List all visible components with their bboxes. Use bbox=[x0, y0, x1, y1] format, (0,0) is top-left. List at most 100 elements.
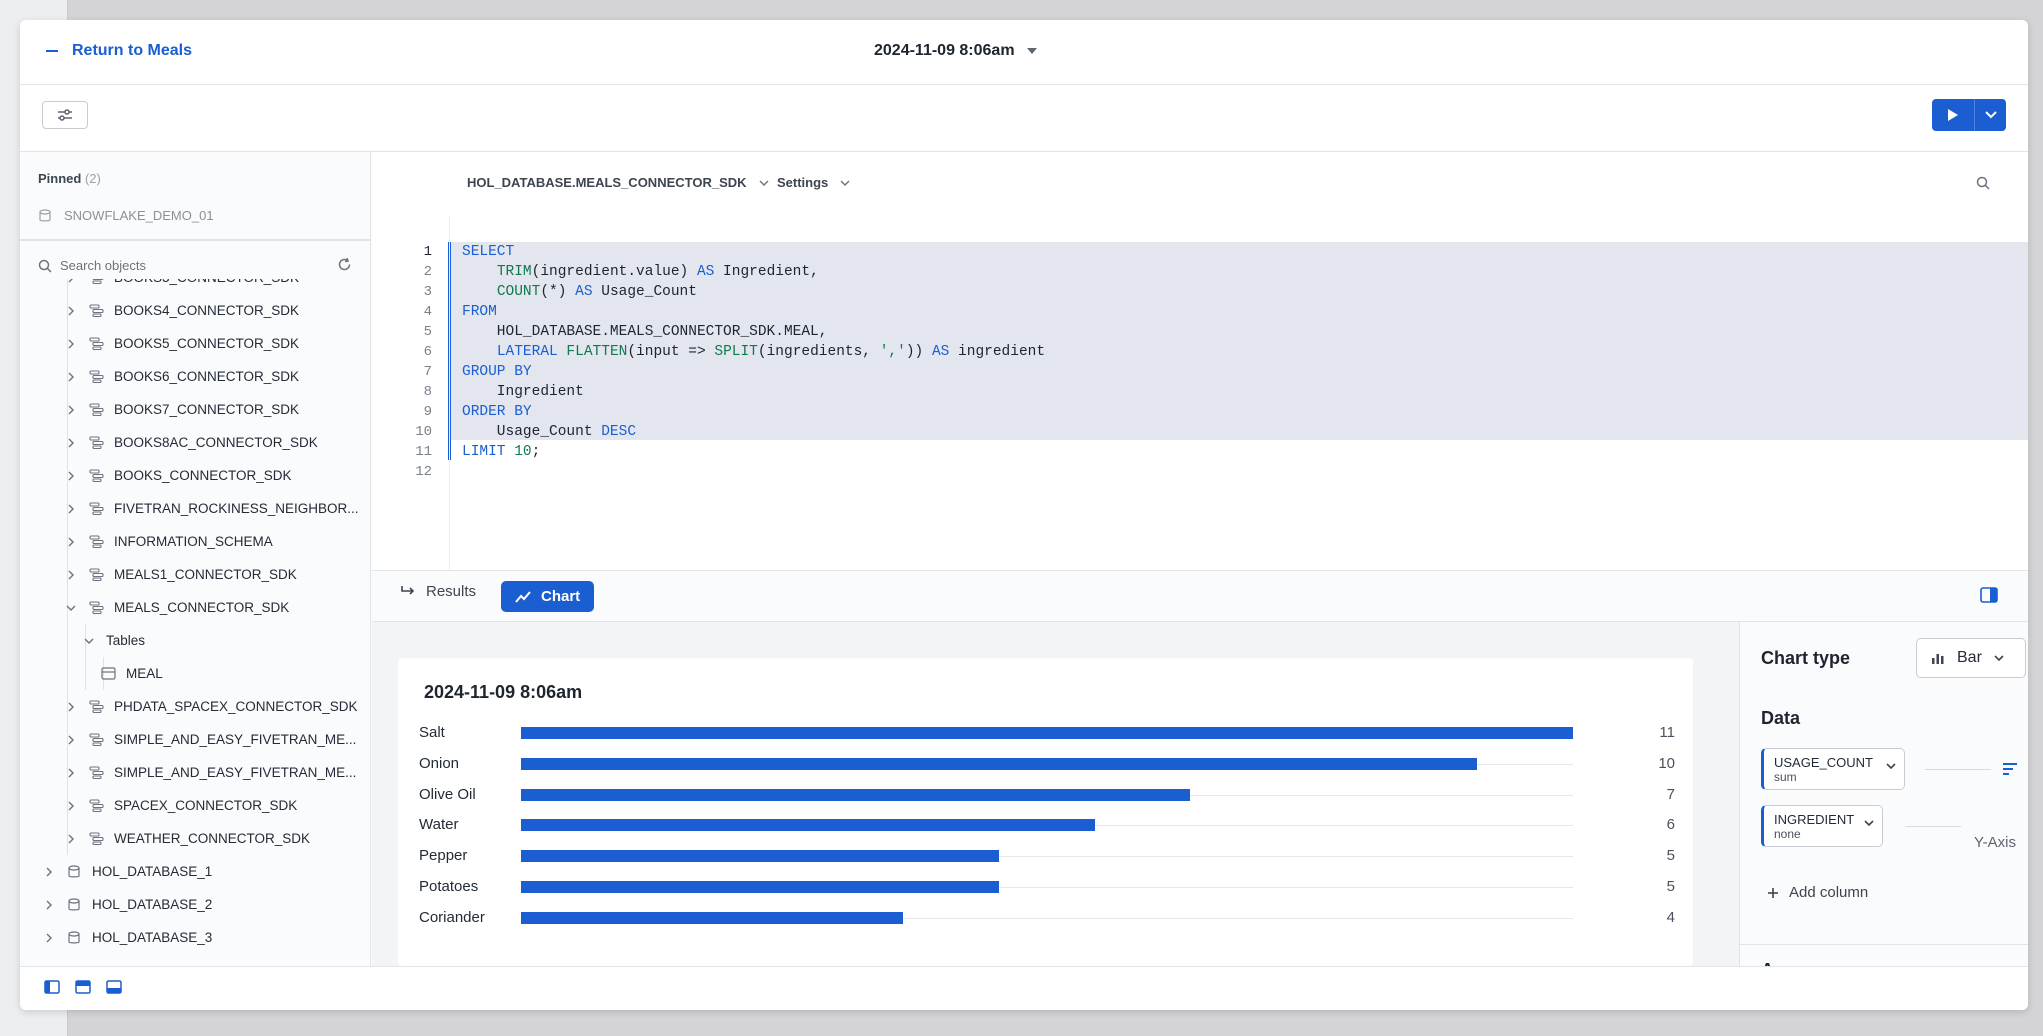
column-usage-count[interactable]: USAGE_COUNT sum bbox=[1761, 748, 1905, 790]
code-token: Ingredient, bbox=[714, 264, 819, 280]
code-token: Usage_Count bbox=[592, 284, 697, 300]
bar[interactable] bbox=[521, 881, 999, 893]
settings-dropdown[interactable]: Settings bbox=[777, 175, 850, 190]
chart-config-panel: Chart type Bar Data USAGE_COUNT sum INGR… bbox=[1739, 622, 2028, 980]
chart-card: 2024-11-09 8:06am Salt 11 Onion 10 Olive Oil… bbox=[398, 658, 1693, 966]
bar[interactable] bbox=[521, 788, 1190, 801]
chevron-right-icon[interactable] bbox=[64, 535, 78, 549]
tree-item[interactable]: FIVETRAN_ROCKINESS_NEIGHBOR... bbox=[64, 492, 359, 525]
layout-top-panel-button[interactable] bbox=[75, 980, 91, 999]
layout-left-panel-button[interactable] bbox=[44, 980, 60, 999]
bar[interactable] bbox=[521, 911, 903, 924]
chevron-right-icon[interactable] bbox=[64, 766, 78, 780]
chart-type-select[interactable]: Bar bbox=[1916, 638, 2026, 678]
code-token: ',' bbox=[879, 344, 906, 360]
worksheet-title-dropdown[interactable]: 2024-11-09 8:06am bbox=[874, 42, 1037, 60]
return-to-meals-link[interactable]: Return to Meals bbox=[46, 42, 192, 60]
toggle-side-panel-button[interactable] bbox=[1980, 587, 1998, 608]
bar-value-label: 5 bbox=[1666, 878, 1675, 895]
code-line[interactable]: LIMIT 10; bbox=[462, 444, 540, 460]
chevron-right-icon[interactable] bbox=[64, 502, 78, 516]
chevron-right-icon[interactable] bbox=[64, 436, 78, 450]
code-line[interactable]: COUNT(*) AS Usage_Count bbox=[462, 284, 697, 300]
filters-button[interactable] bbox=[42, 101, 88, 129]
chevron-right-icon[interactable] bbox=[64, 304, 78, 318]
tree-item[interactable]: INFORMATION_SCHEMA bbox=[64, 525, 273, 558]
tree-item[interactable]: PHDATA_SPACEX_CONNECTOR_SDK bbox=[64, 690, 358, 723]
code-line[interactable]: TRIM(ingredient.value) AS Ingredient, bbox=[462, 264, 819, 280]
tree-item[interactable]: SPACEX_CONNECTOR_SDK bbox=[64, 789, 297, 822]
tree-item[interactable]: HOL_DATABASE_1 bbox=[42, 855, 212, 888]
code-line[interactable]: LATERAL FLATTEN(input => SPLIT(ingredien… bbox=[462, 344, 1045, 360]
column-ingredient[interactable]: INGREDIENT none bbox=[1761, 805, 1883, 847]
chevron-down-icon[interactable] bbox=[64, 601, 78, 615]
tree-item[interactable]: MEALS1_CONNECTOR_SDK bbox=[64, 558, 297, 591]
code-token: 10 bbox=[505, 444, 532, 460]
chevron-right-icon[interactable] bbox=[64, 337, 78, 351]
layout-bottom-panel-button[interactable] bbox=[106, 980, 122, 999]
chevron-right-icon[interactable] bbox=[42, 865, 56, 879]
sort-button[interactable] bbox=[2002, 762, 2018, 781]
chevron-right-icon[interactable] bbox=[42, 898, 56, 912]
tree-item[interactable]: MEALS_CONNECTOR_SDK bbox=[64, 591, 289, 624]
tree-item[interactable]: BOOKS5_CONNECTOR_SDK bbox=[64, 327, 299, 360]
tree-item[interactable]: BOOKS8AC_CONNECTOR_SDK bbox=[64, 426, 318, 459]
chevron-right-icon[interactable] bbox=[64, 370, 78, 384]
tree-item[interactable]: HOL_DATABASE_3 bbox=[42, 921, 212, 954]
run-options-button[interactable] bbox=[1974, 99, 2006, 131]
tree-item-label: INFORMATION_SCHEMA bbox=[114, 534, 273, 549]
code-line[interactable]: GROUP BY bbox=[462, 364, 532, 380]
tree-item[interactable]: BOOKS6_CONNECTOR_SDK bbox=[64, 360, 299, 393]
tab-results[interactable]: Results bbox=[400, 583, 476, 600]
tree-item[interactable]: BOOKS_CONNECTOR_SDK bbox=[64, 459, 292, 492]
code-line[interactable]: HOL_DATABASE.MEALS_CONNECTOR_SDK.MEAL, bbox=[462, 324, 828, 340]
object-browser: Pinned (2) SNOWFLAKE_DEMO_01 Search obje… bbox=[20, 152, 371, 966]
code-line[interactable]: Usage_Count DESC bbox=[462, 424, 636, 440]
chevron-right-icon[interactable] bbox=[64, 279, 78, 285]
tree-item-label: SIMPLE_AND_EASY_FIVETRAN_ME... bbox=[114, 732, 357, 747]
chevron-right-icon[interactable] bbox=[64, 469, 78, 483]
run-button[interactable] bbox=[1932, 99, 1974, 131]
code-line[interactable]: SELECT bbox=[462, 244, 514, 260]
tree-item[interactable]: BOOKS4_CONNECTOR_SDK bbox=[64, 294, 299, 327]
object-search[interactable]: Search objects bbox=[38, 257, 358, 275]
bar[interactable] bbox=[521, 850, 999, 863]
chevron-down-icon[interactable] bbox=[82, 634, 96, 648]
tree-item[interactable]: Tables bbox=[82, 624, 145, 657]
chevron-right-icon[interactable] bbox=[64, 799, 78, 813]
code-line[interactable]: FROM bbox=[462, 304, 497, 320]
category-label: Salt bbox=[419, 724, 445, 741]
code-line[interactable]: ORDER BY bbox=[462, 404, 532, 420]
chevron-right-icon[interactable] bbox=[64, 700, 78, 714]
worksheet-title: 2024-11-09 8:06am bbox=[874, 42, 1015, 59]
tab-chart[interactable]: Chart bbox=[501, 581, 595, 612]
line-number-gutter: 1 2 3 4 5 6 7 8 9 10 11 12 bbox=[372, 216, 450, 570]
database-selector[interactable]: HOL_DATABASE.MEALS_CONNECTOR_SDK bbox=[467, 175, 769, 190]
chevron-right-icon[interactable] bbox=[64, 403, 78, 417]
refresh-button[interactable] bbox=[337, 257, 352, 275]
schema-icon bbox=[88, 798, 104, 814]
chevron-right-icon[interactable] bbox=[64, 568, 78, 582]
tree-item[interactable]: MEAL bbox=[100, 657, 163, 690]
bar[interactable] bbox=[521, 727, 1573, 739]
tree-item[interactable]: HOL_DATABASE_2 bbox=[42, 888, 212, 921]
tree-item[interactable]: BOOKS3_CONNECTOR_SDK bbox=[64, 279, 299, 294]
editor-search-button[interactable] bbox=[1976, 176, 1990, 195]
tree-item[interactable]: SIMPLE_AND_EASY_FIVETRAN_ME... bbox=[64, 723, 356, 756]
bar[interactable] bbox=[521, 757, 1477, 770]
bar[interactable] bbox=[521, 819, 1095, 832]
pinned-database[interactable]: SNOWFLAKE_DEMO_01 bbox=[38, 208, 214, 223]
search-placeholder: Search objects bbox=[60, 258, 146, 273]
code-line[interactable]: Ingredient bbox=[462, 384, 584, 400]
y-axis-label[interactable]: Y-Axis bbox=[1974, 834, 2016, 851]
tree-item[interactable]: BOOKS7_CONNECTOR_SDK bbox=[64, 393, 299, 426]
tree-item[interactable]: SIMPLE_AND_EASY_FIVETRAN_ME... bbox=[64, 756, 356, 789]
tree-item-label: HOL_DATABASE_3 bbox=[92, 930, 213, 945]
chevron-right-icon[interactable] bbox=[64, 832, 78, 846]
sql-editor: HOL_DATABASE.MEALS_CONNECTOR_SDK Setting… bbox=[372, 152, 2028, 570]
chevron-right-icon[interactable] bbox=[42, 931, 56, 945]
tree-item[interactable]: WEATHER_CONNECTOR_SDK bbox=[64, 822, 310, 855]
chevron-right-icon[interactable] bbox=[64, 733, 78, 747]
add-column-button[interactable]: Add column bbox=[1767, 884, 1868, 901]
